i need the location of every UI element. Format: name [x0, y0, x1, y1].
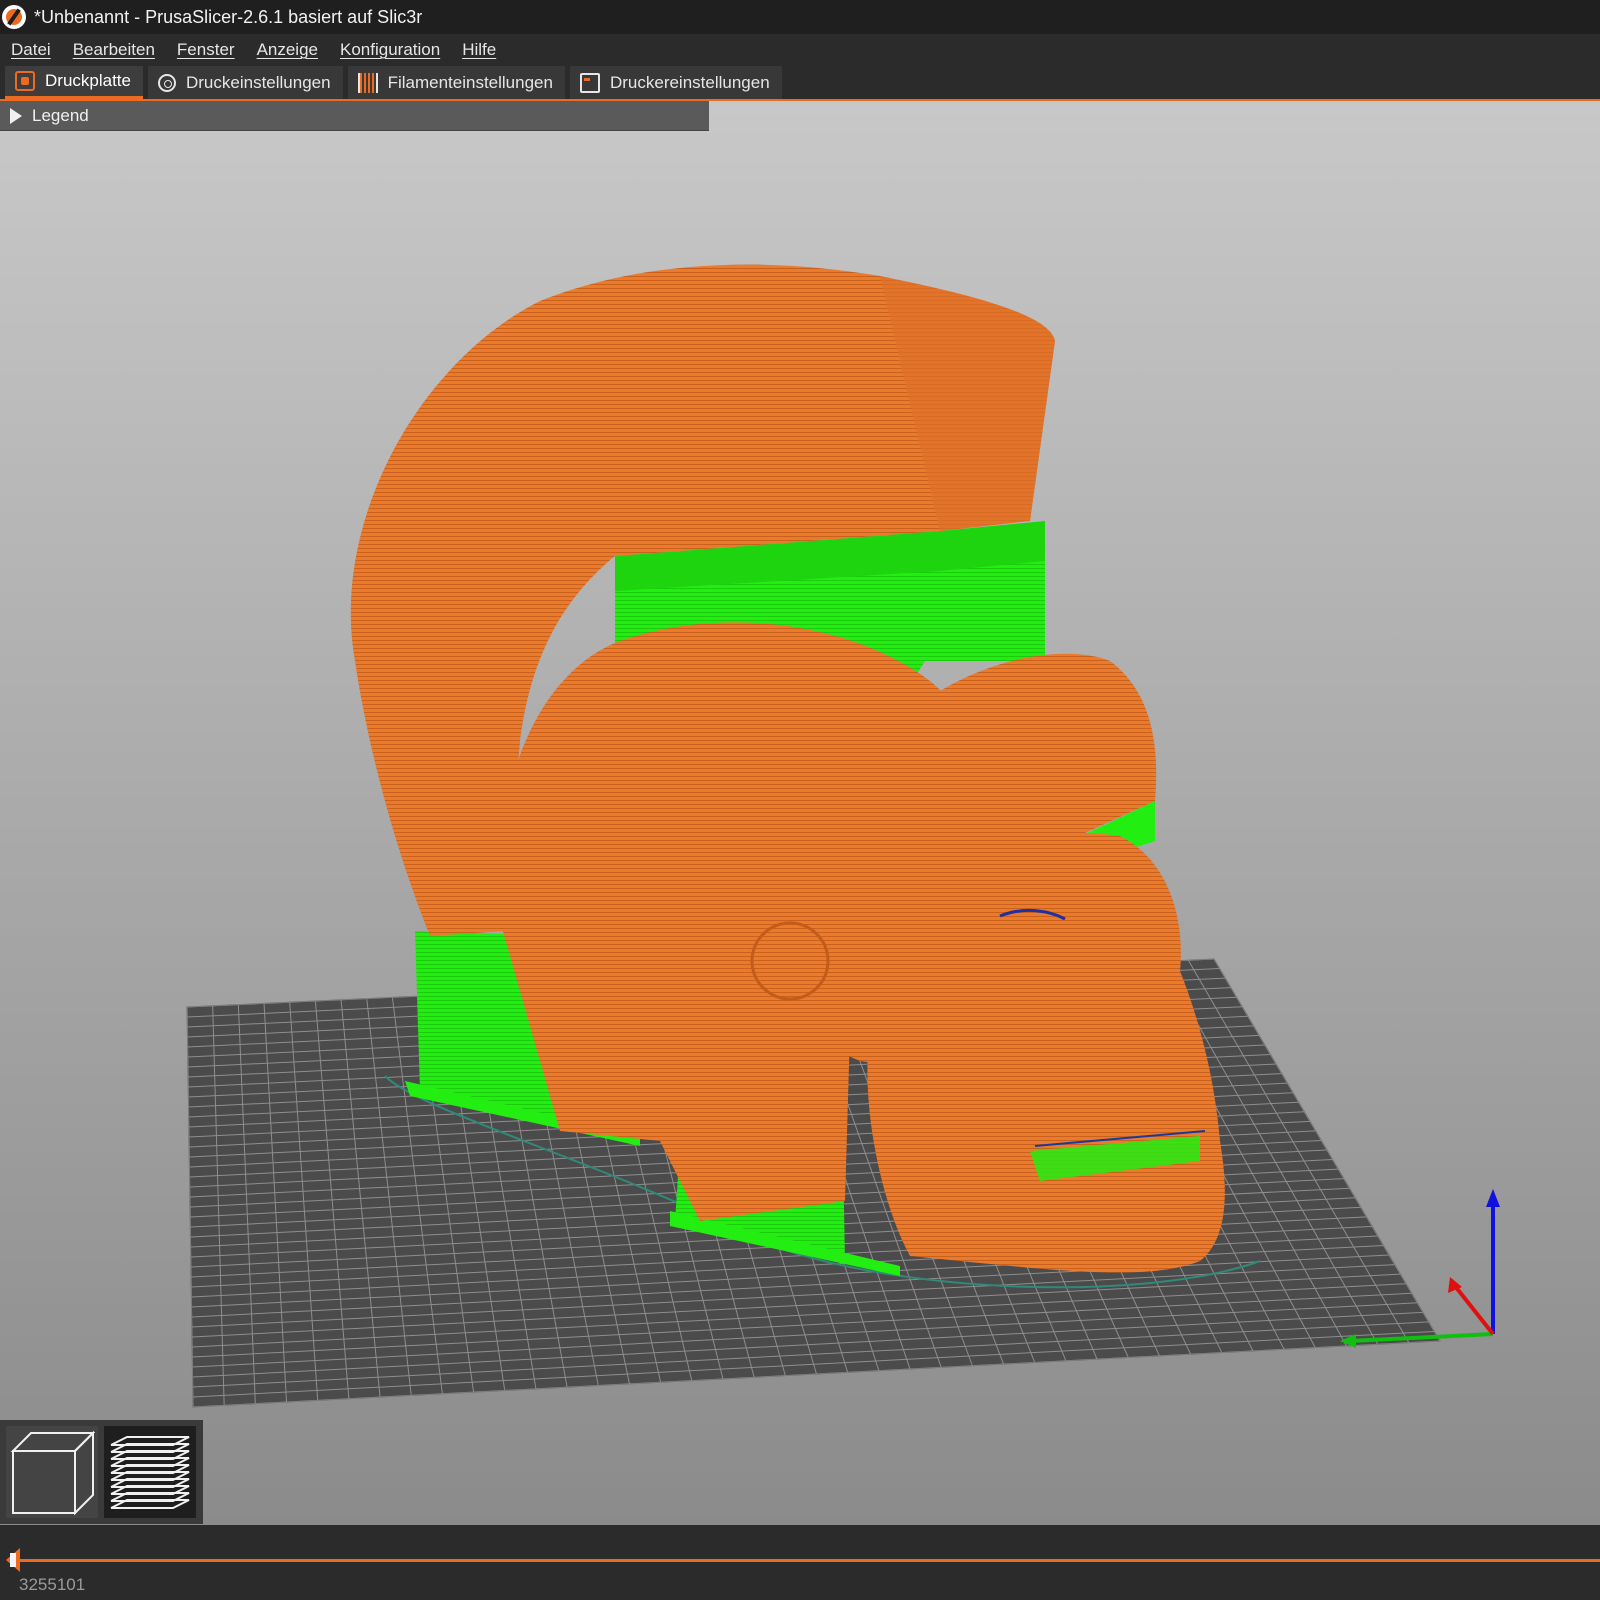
- preview-scene[interactable]: [0, 101, 1600, 1525]
- menu-hilfe[interactable]: Hilfe: [451, 34, 507, 66]
- tab-bar: Druckplatte Druckeinstellungen Filamente…: [0, 66, 1600, 101]
- expand-arrow-icon: [10, 107, 22, 124]
- legend-label: Legend: [32, 105, 89, 125]
- menu-konfiguration[interactable]: Konfiguration: [329, 34, 451, 66]
- current-move-value: 3255101: [19, 1575, 86, 1594]
- tab-druckereinstellungen[interactable]: Druckereinstellungen: [569, 66, 782, 99]
- tab-label: Filamenteinstellungen: [387, 72, 553, 92]
- gear-icon: [157, 73, 176, 92]
- tab-label: Druckeinstellungen: [185, 72, 331, 92]
- menu-bar: Datei Bearbeiten Fenster Anzeige Konfigu…: [0, 34, 1600, 66]
- window-title: *Unbenannt - PrusaSlicer-2.6.1 basiert a…: [34, 6, 423, 27]
- plater-icon: [15, 71, 35, 91]
- menu-datei[interactable]: Datei: [0, 34, 62, 66]
- menu-fenster[interactable]: Fenster: [166, 34, 246, 66]
- filament-icon: [357, 72, 378, 93]
- layers-preview-icon: [110, 1436, 190, 1509]
- 3d-view-cube-icon: [10, 1430, 95, 1515]
- tab-label: Druckplatte: [45, 71, 131, 90]
- moves-slider-track[interactable]: [14, 1559, 1600, 1562]
- tab-label: Druckereinstellungen: [609, 72, 770, 92]
- prusaslicer-window: *Unbenannt - PrusaSlicer-2.6.1 basiert a…: [0, 0, 1600, 1600]
- prusaslicer-logo-icon: [2, 5, 26, 29]
- tab-druckeinstellungen[interactable]: Druckeinstellungen: [147, 66, 343, 99]
- 3d-viewport[interactable]: Legend: [0, 101, 1600, 1525]
- view-mode-switcher: [0, 1420, 203, 1524]
- printer-icon: [579, 72, 600, 93]
- moves-slider-bar: 3255101: [0, 1525, 1600, 1600]
- tab-filamenteinstellungen[interactable]: Filamenteinstellungen: [347, 66, 565, 99]
- layers-preview-button[interactable]: [104, 1426, 196, 1518]
- menu-anzeige[interactable]: Anzeige: [246, 34, 329, 66]
- 3d-view-button[interactable]: [6, 1426, 98, 1518]
- tab-druckplatte[interactable]: Druckplatte: [5, 66, 143, 99]
- title-bar: *Unbenannt - PrusaSlicer-2.6.1 basiert a…: [0, 0, 1600, 34]
- skull-model: [867, 832, 1225, 1273]
- menu-bearbeiten[interactable]: Bearbeiten: [62, 34, 166, 66]
- slider-thumb-highlight: [10, 1553, 16, 1567]
- legend-toggle[interactable]: Legend: [0, 101, 709, 131]
